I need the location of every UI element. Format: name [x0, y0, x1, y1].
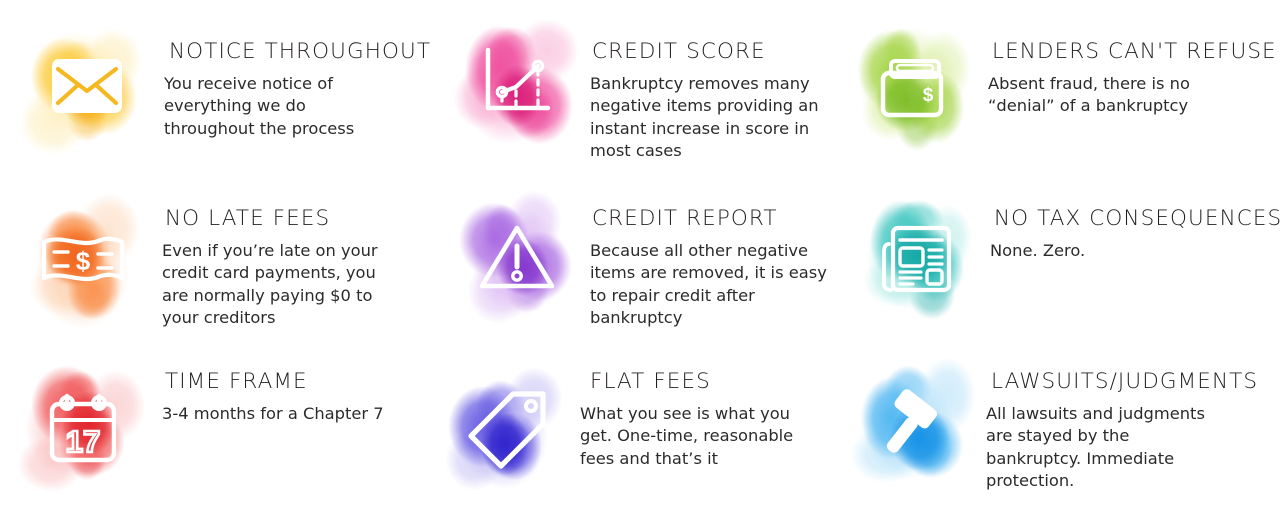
text-block-notice-throughout: NOTICE THROUGHOUT You receive notice of e…	[164, 36, 431, 140]
feature-description: None. Zero.	[990, 240, 1086, 260]
feature-heading: CREDIT REPORT	[592, 206, 778, 231]
icon-container-time-frame: 17	[18, 360, 148, 500]
feature-card-credit-score: CREDIT SCORE Bankruptcy removes many nega…	[430, 0, 840, 175]
feature-heading: TIME FRAME	[165, 369, 308, 394]
feature-card-credit-report: CREDIT REPORT Because all other negative …	[430, 175, 840, 340]
feature-description: 3-4 months for a Chapter 7	[162, 403, 384, 423]
gavel-icon	[874, 387, 956, 470]
feature-card-no-late-fees: $ NO LATE FEES Even if you’re late on your…	[0, 175, 430, 340]
text-block-no-late-fees: NO LATE FEES Even if you’re late on your …	[162, 203, 378, 330]
feature-card-time-frame: 17 TIME FRAME 3-4 months for a Chapter 7	[0, 340, 430, 514]
feature-card-lenders-cant-refuse: $ LENDERS CAN'T REFUSE Absent fraud, there…	[840, 0, 1280, 175]
feature-card-notice-throughout: NOTICE THROUGHOUT You receive notice of e…	[0, 0, 430, 175]
text-block-credit-report: CREDIT REPORT Because all other negative …	[590, 203, 827, 330]
feature-heading: LAWSUITS/JUDGMENTS	[991, 369, 1259, 394]
text-block-flat-fees: FLAT FEES What you see is what you get. O…	[580, 366, 793, 470]
icon-container-flat-fees	[442, 362, 572, 502]
feature-heading: NO LATE FEES	[165, 206, 331, 231]
icon-container-lawsuits-judgments	[850, 358, 980, 498]
icon-container-no-tax-consequences	[852, 191, 982, 331]
feature-description: Because all other negative items are rem…	[590, 240, 827, 328]
line-chart-icon	[480, 46, 554, 123]
feature-card-lawsuits-judgments: LAWSUITS/JUDGMENTS All lawsuits and judgm…	[840, 340, 1280, 514]
banknote-icon: $	[40, 232, 126, 295]
text-block-no-tax-consequences: NO TAX CONSEQUENCES None. Zero.	[990, 203, 1280, 262]
feature-description: Bankruptcy removes many negative items p…	[590, 73, 819, 161]
feature-card-flat-fees: FLAT FEES What you see is what you get. O…	[430, 340, 840, 514]
newspaper-icon	[879, 222, 955, 301]
feature-description: Even if you’re late on your credit card …	[162, 240, 378, 328]
svg-text:$: $	[923, 85, 934, 106]
icon-container-lenders-cant-refuse: $	[850, 20, 980, 160]
svg-text:17: 17	[66, 424, 100, 459]
feature-heading: NOTICE THROUGHOUT	[169, 39, 432, 64]
feature-description: All lawsuits and judgments are stayed by…	[986, 403, 1205, 491]
calendar-icon: 17	[46, 390, 120, 471]
feature-heading: CREDIT SCORE	[592, 39, 766, 64]
feature-description: You receive notice of everything we do t…	[164, 73, 355, 138]
icon-container-credit-report	[452, 189, 582, 329]
feature-heading: NO TAX CONSEQUENCES	[994, 206, 1280, 231]
feature-card-no-tax-consequences: NO TAX CONSEQUENCES None. Zero.	[840, 175, 1280, 340]
text-block-lenders-cant-refuse: LENDERS CAN'T REFUSE Absent fraud, there …	[988, 36, 1277, 118]
wallet-icon: $	[877, 55, 953, 126]
icon-container-credit-score	[452, 14, 582, 154]
infographic-grid: NOTICE THROUGHOUT You receive notice of e…	[0, 0, 1280, 514]
svg-text:$: $	[76, 246, 91, 276]
warning-triangle-icon	[477, 222, 557, 297]
icon-container-no-late-fees: $	[18, 193, 148, 333]
feature-description: Absent fraud, there is no “denial” of a …	[988, 73, 1190, 116]
feature-description: What you see is what you get. One-time, …	[580, 403, 794, 468]
feature-heading: FLAT FEES	[590, 369, 711, 394]
text-block-time-frame: TIME FRAME 3-4 months for a Chapter 7	[162, 366, 384, 425]
icon-container-notice-throughout	[22, 18, 152, 158]
feature-heading: LENDERS CAN'T REFUSE	[992, 39, 1277, 64]
text-block-lawsuits-judgments: LAWSUITS/JUDGMENTS All lawsuits and judgm…	[986, 366, 1258, 493]
text-block-credit-score: CREDIT SCORE Bankruptcy removes many nega…	[590, 36, 819, 163]
price-tag-icon	[463, 388, 551, 477]
envelope-icon	[51, 58, 123, 119]
